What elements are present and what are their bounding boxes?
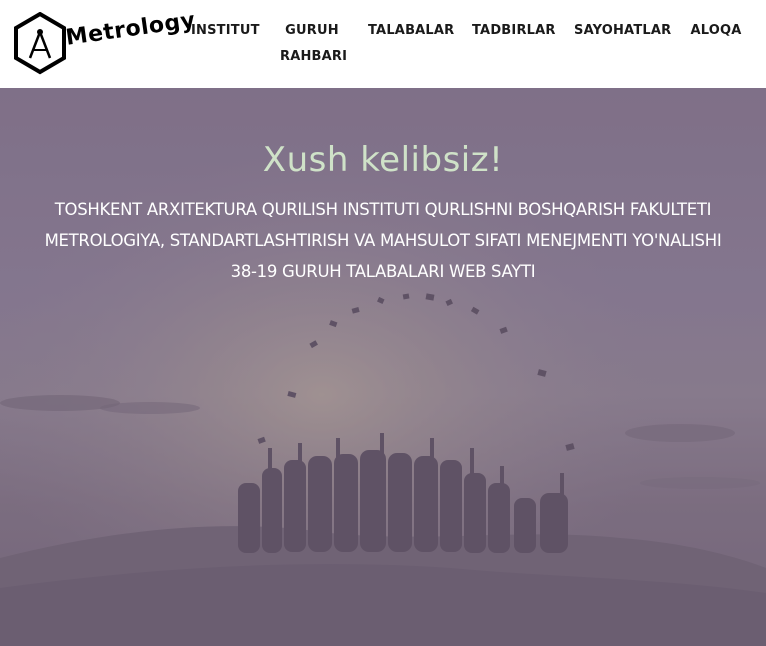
nav-item-aloqa[interactable]: ALOQA: [688, 18, 744, 44]
nav-item-talabalar[interactable]: TALABALAR: [368, 18, 454, 44]
site-header: Metrology INSTITUT GURUH RAHBARI TALABAL…: [0, 0, 766, 88]
hero-subtitle-line-3: 38-19 GURUH TALABALARI WEB SAYTI: [230, 262, 536, 281]
compass-hexagon-icon: [14, 11, 66, 75]
logo[interactable]: Metrology: [14, 8, 197, 76]
nav-item-rahbari[interactable]: RAHBARI: [280, 44, 347, 70]
nav-item-guruh[interactable]: GURUH: [280, 18, 344, 44]
hero-title: Xush kelibsiz!: [262, 140, 504, 180]
hero-subtitle-line-1: TOSHKENT ARXITEKTURA QURILISH INSTITUTI …: [54, 200, 712, 219]
nav-item-institut[interactable]: INSTITUT: [191, 18, 259, 44]
nav-item-sayohatlar[interactable]: SAYOHATLAR: [574, 18, 671, 44]
nav-item-tadbirlar[interactable]: TADBIRLAR: [472, 18, 555, 44]
hero-banner: Xush kelibsiz! TOSHKENT ARXITEKTURA QURI…: [0, 88, 766, 646]
hero-subtitle-line-2: METROLOGIYA, STANDARTLASHTIRISH VA MAHSU…: [44, 231, 722, 250]
logo-text: Metrology: [64, 7, 198, 51]
